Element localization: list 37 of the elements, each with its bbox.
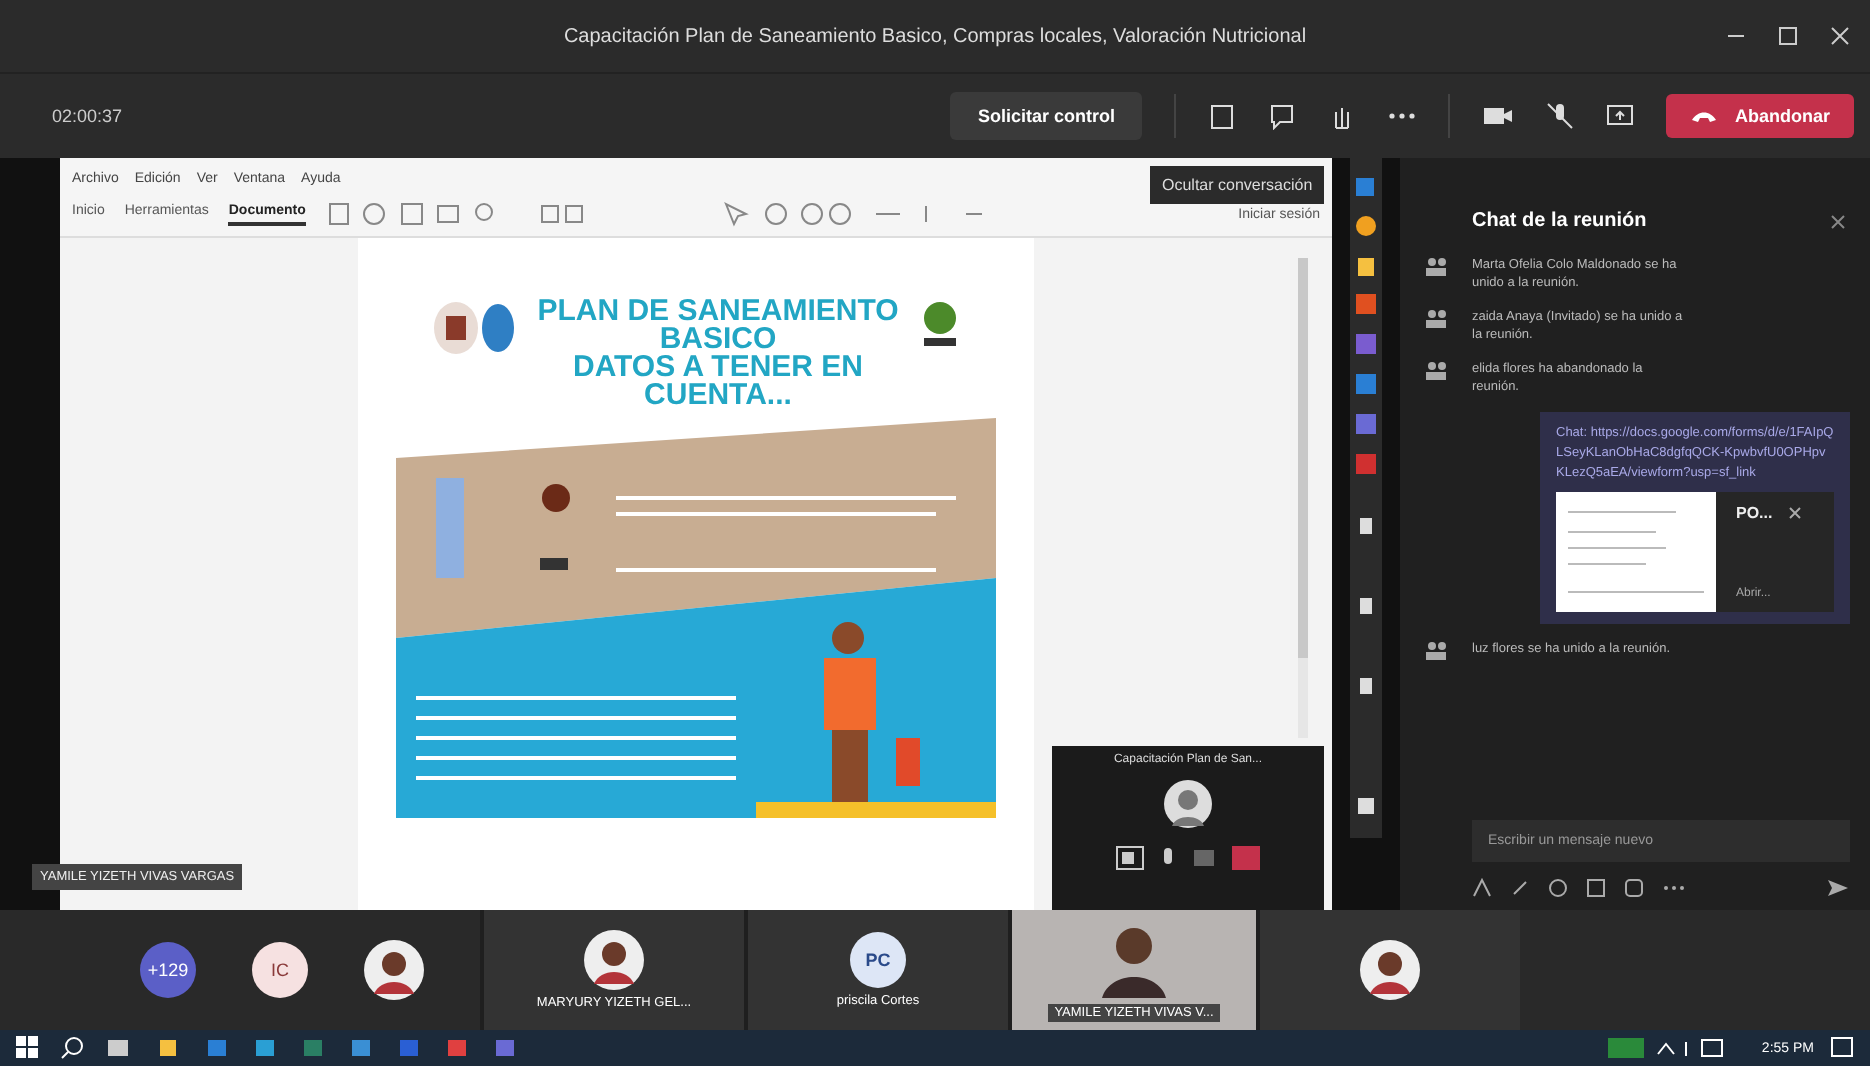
avatar-silhouette-icon bbox=[584, 930, 644, 990]
emoji-icon[interactable] bbox=[1548, 878, 1568, 898]
search-icon[interactable] bbox=[60, 1036, 84, 1060]
notification-icon[interactable] bbox=[1830, 1036, 1854, 1060]
more-participants-badge[interactable]: +129 bbox=[140, 942, 196, 998]
attachment-name: PO... bbox=[1736, 504, 1773, 522]
window-title: Capacitación Plan de Saneamiento Basico, Compras locales, Valoración Nutricional bbox=[563, 25, 1307, 47]
close-icon[interactable] bbox=[1788, 506, 1803, 520]
participant-avatar: PC bbox=[850, 932, 906, 988]
leave-button[interactable]: Abandonar bbox=[1666, 94, 1854, 138]
more-icon[interactable] bbox=[1662, 884, 1686, 892]
close-icon[interactable] bbox=[1830, 26, 1850, 46]
poster-title: PLAN DE SANEAMIENTO BASICO DATOS A TENER EN CUENTA... bbox=[537, 298, 899, 410]
camera-off-icon[interactable] bbox=[1482, 102, 1515, 130]
chat-icon[interactable] bbox=[1268, 102, 1297, 130]
emblem-icon bbox=[429, 298, 518, 358]
people-icon bbox=[1424, 256, 1448, 276]
people-icon bbox=[1424, 640, 1448, 660]
hide-chat-tooltip: Ocultar conversación bbox=[1150, 166, 1325, 204]
people-icon bbox=[1424, 360, 1448, 380]
share-screen-icon[interactable] bbox=[1606, 102, 1635, 130]
send-icon[interactable] bbox=[1826, 878, 1850, 898]
microphone-icon[interactable] bbox=[1160, 846, 1176, 870]
microphone-off-icon[interactable] bbox=[1546, 102, 1575, 130]
camera-icon[interactable] bbox=[1116, 846, 1144, 870]
request-control-button[interactable]: Solicitar control bbox=[949, 92, 1143, 140]
participant-avatar: IC bbox=[252, 942, 308, 998]
chat-title: Chat de la reunión bbox=[1472, 210, 1647, 232]
avatar-silhouette-icon bbox=[364, 940, 424, 1000]
call-timer: 02:00:37 bbox=[52, 106, 123, 126]
windows-start-icon[interactable] bbox=[16, 1036, 40, 1060]
avatar-silhouette-icon bbox=[1360, 940, 1420, 1000]
person-silhouette-icon bbox=[1162, 778, 1214, 834]
people-icon bbox=[1424, 308, 1448, 328]
close-icon[interactable] bbox=[1830, 213, 1846, 229]
maximize-icon[interactable] bbox=[1778, 26, 1798, 46]
phone-icon bbox=[1690, 108, 1719, 124]
